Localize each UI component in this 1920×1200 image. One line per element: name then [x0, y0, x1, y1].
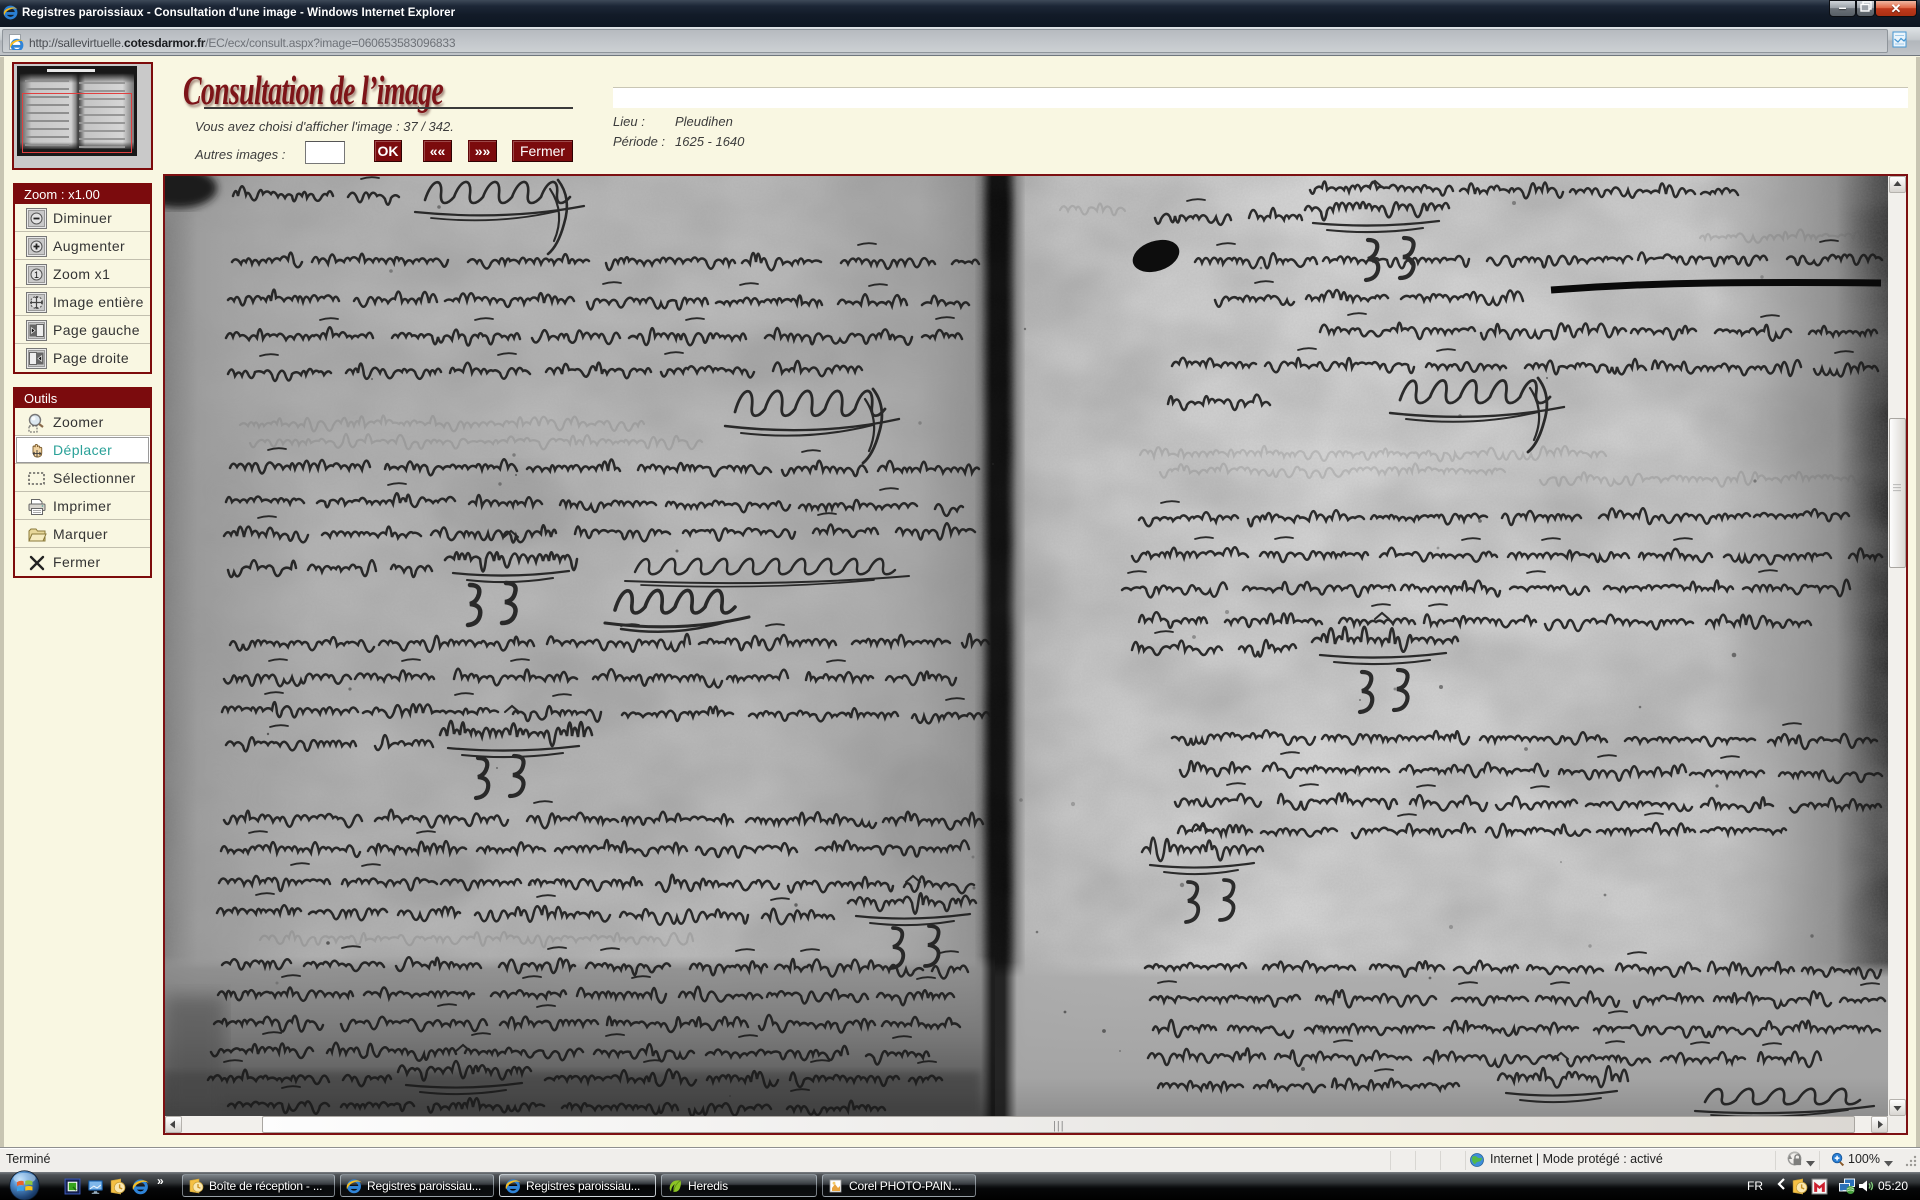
svg-text:1: 1 [34, 270, 39, 280]
